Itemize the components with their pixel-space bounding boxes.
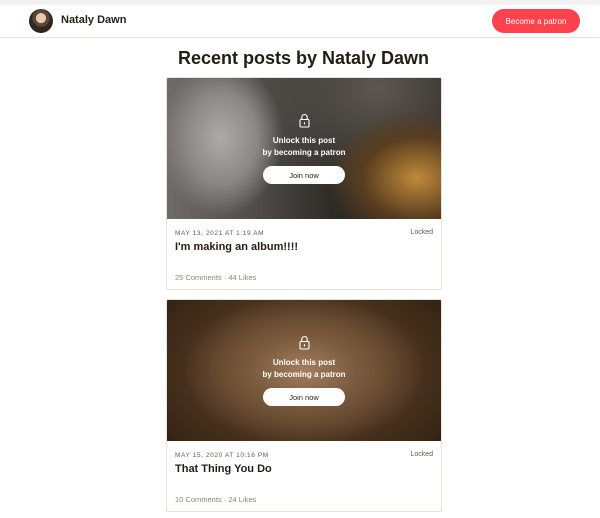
post-date: MAY 15, 2020 AT 10:16 PM <box>175 452 269 459</box>
unlock-heading: Unlock this post <box>272 136 336 145</box>
post-title[interactable]: That Thing You Do <box>175 463 272 475</box>
unlock-heading: Unlock this post <box>272 358 336 367</box>
locked-badge: Locked <box>410 229 433 236</box>
post-card[interactable]: Unlock this post by becoming a patron Jo… <box>166 77 442 290</box>
avatar[interactable] <box>29 9 53 33</box>
unlock-subheading: by becoming a patron <box>262 370 346 379</box>
page-title: Recent posts by Nataly Dawn <box>177 48 430 68</box>
post-thumbnail: Unlock this post by becoming a patron Jo… <box>167 78 441 219</box>
post-stats: 10 Comments · 24 Likes <box>175 495 257 504</box>
lock-icon <box>299 336 310 350</box>
post-title[interactable]: I'm making an album!!!! <box>175 241 298 253</box>
join-now-button[interactable]: Join now <box>263 388 345 406</box>
creator-header: Nataly Dawn Become a patron <box>0 5 600 38</box>
post-stats: 25 Comments · 44 Likes <box>175 273 257 282</box>
unlock-subheading: by becoming a patron <box>262 148 346 157</box>
post-card[interactable]: Unlock this post by becoming a patron Jo… <box>166 299 442 512</box>
post-thumbnail: Unlock this post by becoming a patron Jo… <box>167 300 441 441</box>
post-date: MAY 13, 2021 AT 1:19 AM <box>175 230 265 237</box>
creator-name[interactable]: Nataly Dawn <box>61 14 126 26</box>
become-patron-button[interactable]: Become a patron <box>492 9 580 33</box>
locked-badge: Locked <box>410 451 433 458</box>
join-now-button[interactable]: Join now <box>263 166 345 184</box>
lock-icon <box>299 114 310 128</box>
